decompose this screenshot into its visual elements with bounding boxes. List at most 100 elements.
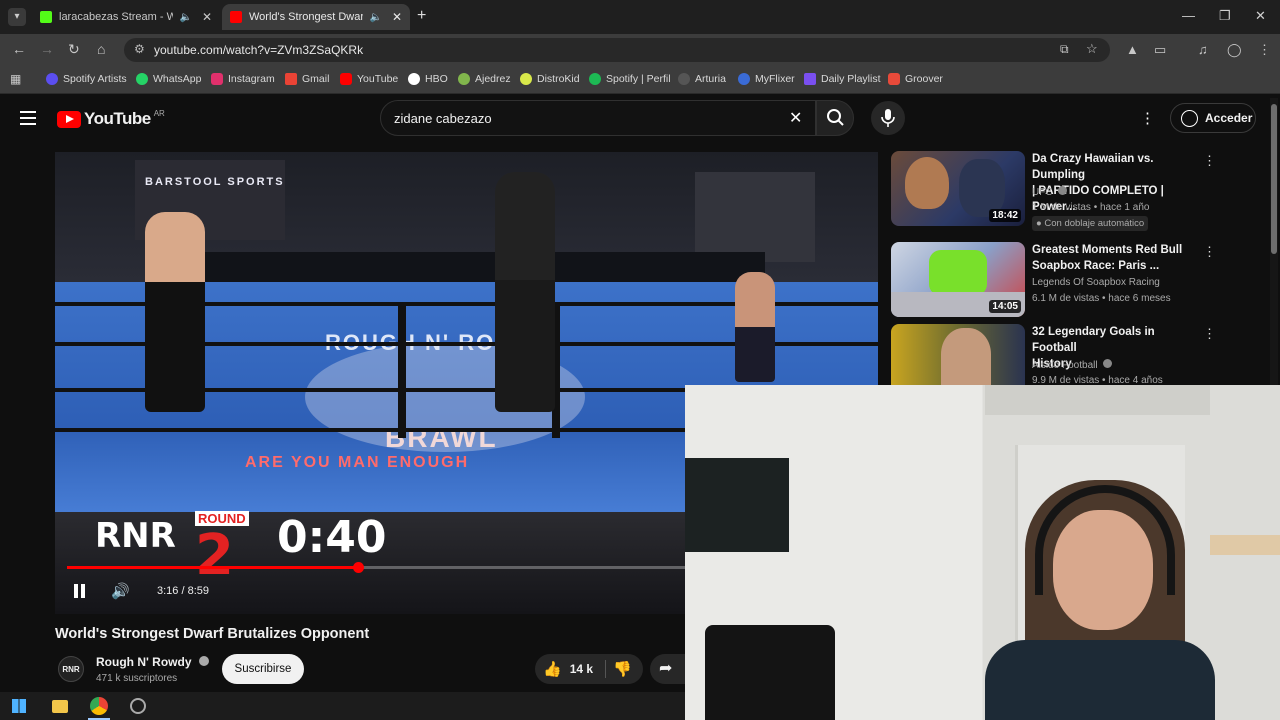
scrollbar-thumb[interactable] [1271, 104, 1277, 254]
recommended-video[interactable]: 14:05 Greatest Moments Red Bull Soapbox … [891, 242, 1261, 318]
progress-fill [67, 566, 359, 569]
pause-button[interactable] [73, 584, 87, 598]
bookmark-daily-playlist[interactable]: Daily Playlist [804, 73, 881, 85]
recommended-video[interactable]: 32 Legendary Goals in Football History A… [891, 324, 1261, 386]
close-tab-icon[interactable]: ✕ [392, 10, 402, 24]
new-tab-icon[interactable]: + [417, 7, 426, 25]
bookmark-instagram[interactable]: Instagram [211, 73, 275, 85]
subscriber-count: 471 k suscriptores [96, 673, 178, 684]
search-button[interactable] [816, 100, 854, 136]
bookmark-whatsapp[interactable]: WhatsApp [136, 73, 201, 85]
video-duration: 14:05 [989, 300, 1021, 313]
recommended-video[interactable]: 18:42 Da Crazy Hawaiian vs. Dumpling | P… [891, 151, 1261, 236]
tab-search-icon[interactable]: ▾ [8, 8, 26, 26]
recommended-channel[interactable]: UFC [1032, 186, 1068, 198]
bookmark-label: DistroKid [537, 73, 580, 85]
restore-icon[interactable]: ❐ [1219, 8, 1231, 24]
browser-tab-strip: ▾ laracabezas Stream - Watch 🔈 ✕ World's… [0, 0, 1280, 34]
recommended-channel[interactable]: Legends Of Soapbox Racing [1032, 277, 1160, 288]
more-options-icon[interactable]: ⋮ [1203, 326, 1216, 342]
tab-kick-stream[interactable]: laracabezas Stream - Watch 🔈 ✕ [32, 4, 220, 30]
bookmark-myflixer[interactable]: MyFlixer [738, 73, 795, 85]
close-window-icon[interactable]: ✕ [1255, 8, 1266, 24]
like-count: 14 k [569, 662, 594, 676]
url-text[interactable]: youtube.com/watch?v=ZVm3ZSaQKRk [154, 43, 363, 57]
settings-kebab-icon[interactable]: ⋮ [1140, 109, 1155, 127]
channel-name-text[interactable]: Rough N' Rowdy [96, 655, 192, 669]
dislike-button[interactable]: 👎 [613, 660, 632, 678]
back-icon[interactable]: ← [12, 41, 26, 57]
speaker-icon[interactable]: 🔈 [369, 12, 381, 23]
ceiling-beam [985, 385, 1210, 415]
bookmark-hbo[interactable]: HBO [408, 73, 448, 85]
channel-name[interactable]: Rough N' Rowdy [96, 655, 209, 669]
bookmark-label: MyFlixer [755, 73, 795, 85]
bookmark-star-icon[interactable]: ☆ [1086, 41, 1098, 57]
speaker-icon[interactable]: 🔈 [179, 12, 191, 23]
groover-icon [888, 73, 900, 85]
ringside-table [205, 252, 765, 282]
bookmark-groover[interactable]: Groover [888, 73, 943, 85]
browser-toolbar: ← → ↻ ⌂ ⚙ youtube.com/watch?v=ZVm3ZSaQKR… [0, 34, 1280, 66]
hbo-icon [408, 73, 420, 85]
reload-icon[interactable]: ↻ [68, 41, 80, 58]
bookmark-arturia[interactable]: Arturia [678, 73, 726, 85]
youtube-header: YouTube AR zidane cabezazo ✕ ⋮ Acceder [0, 96, 1268, 142]
search-query[interactable]: zidane cabezazo [394, 111, 492, 126]
minimize-icon[interactable]: — [1182, 8, 1195, 23]
bookmarks-bar: ▦ Spotify Artists WhatsApp Instagram Gma… [0, 66, 1280, 94]
home-icon[interactable]: ⌂ [97, 41, 105, 57]
wallet-icon[interactable]: ▭ [1154, 42, 1166, 58]
share-button[interactable]: ➦ [650, 654, 686, 684]
more-options-icon[interactable]: ⋮ [1203, 244, 1216, 260]
like-button[interactable]: 👍 14 k [543, 660, 593, 678]
spotify-icon [589, 73, 601, 85]
bookmark-ajedrez[interactable]: Ajedrez [458, 73, 511, 85]
media-controls-icon[interactable]: ♫ [1198, 42, 1208, 57]
clear-search-icon[interactable]: ✕ [789, 108, 802, 128]
bookmark-spotify-perfil[interactable]: Spotify | Perfil [589, 73, 671, 85]
search-input[interactable]: zidane cabezazo ✕ [380, 100, 816, 136]
windows-start-icon[interactable] [12, 699, 26, 713]
browser-menu-icon[interactable]: ⋮ [1258, 42, 1271, 58]
bookmark-label: HBO [425, 73, 448, 85]
youtube-logo[interactable]: YouTube AR [57, 109, 165, 129]
close-tab-icon[interactable]: ✕ [202, 10, 212, 24]
youtube-icon [340, 73, 352, 85]
sign-in-button[interactable]: Acceder [1170, 103, 1256, 133]
address-bar[interactable]: ⚙ youtube.com/watch?v=ZVm3ZSaQKRk ⧉ ☆ [124, 38, 1110, 62]
bookmark-gmail[interactable]: Gmail [285, 73, 329, 85]
like-dislike-pill: 👍 14 k 👎 [535, 654, 643, 684]
youtube-logo-text: YouTube [84, 109, 151, 128]
file-explorer-icon[interactable] [52, 700, 68, 713]
video-thumbnail[interactable] [891, 324, 1025, 385]
pause-icon [81, 584, 85, 598]
bookmark-youtube[interactable]: YouTube [340, 73, 398, 85]
tab-youtube-video[interactable]: World's Strongest Dwarf Br 🔈 ✕ [222, 4, 410, 30]
site-info-icon[interactable]: ⚙ [134, 42, 145, 56]
wall-tv [685, 458, 789, 552]
microphone-icon [881, 109, 895, 127]
extensions-icon[interactable]: ▲ [1126, 42, 1139, 57]
install-app-icon[interactable]: ⧉ [1060, 42, 1069, 57]
channel-avatar[interactable]: RNR [58, 656, 84, 682]
forward-icon[interactable]: → [40, 41, 54, 57]
voice-search-button[interactable] [871, 101, 905, 135]
referee-figure [495, 172, 555, 412]
profile-icon[interactable]: ◯ [1227, 42, 1242, 58]
app-icon[interactable] [130, 698, 146, 714]
more-options-icon[interactable]: ⋮ [1203, 153, 1216, 169]
recommended-channel[interactable]: Alsido Football [1032, 359, 1113, 371]
bookmark-distrokid[interactable]: DistroKid [520, 73, 580, 85]
hamburger-menu-icon[interactable] [20, 111, 36, 125]
chrome-icon[interactable] [90, 697, 108, 715]
volume-button[interactable]: 🔊 [111, 582, 130, 600]
video-thumbnail[interactable]: 14:05 [891, 242, 1025, 317]
video-thumbnail[interactable]: 18:42 [891, 151, 1025, 226]
recommended-meta: 6.1 M de vistas • hace 6 meses [1032, 293, 1171, 304]
title-line: Da Crazy Hawaiian vs. Dumpling [1032, 153, 1154, 181]
bookmark-spotify-artists[interactable]: Spotify Artists [46, 73, 127, 85]
apps-grid-icon[interactable]: ▦ [10, 72, 21, 86]
subscribe-button[interactable]: Suscribirse [222, 654, 304, 684]
recommended-title[interactable]: Greatest Moments Red Bull Soapbox Race: … [1032, 242, 1198, 274]
